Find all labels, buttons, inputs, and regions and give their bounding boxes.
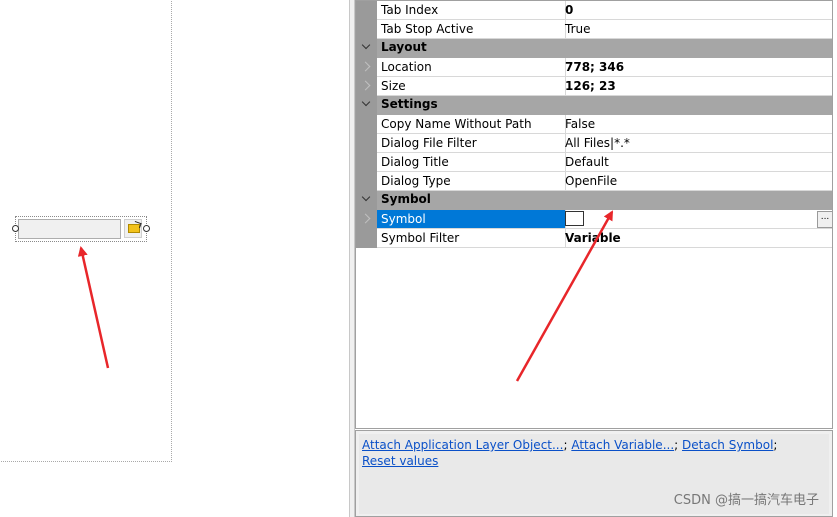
property-row-copy-name-without-path[interactable]: Copy Name Without Path False [356,115,832,134]
property-row-symbol-filter[interactable]: Symbol Filter Variable [356,229,832,248]
property-name[interactable]: Dialog Title [377,153,566,172]
attach-variable-link[interactable]: Attach Variable... [571,438,674,452]
symbol-swatch [565,211,584,226]
category-band [377,39,832,58]
property-value[interactable]: True [562,20,832,39]
category-layout[interactable]: Layout [356,39,832,58]
detach-symbol-link[interactable]: Detach Symbol [682,438,773,452]
collapse-chevron-icon[interactable] [362,99,371,108]
property-value[interactable]: False [562,115,832,134]
property-name[interactable]: Symbol [377,210,566,229]
row-gutter [356,153,377,172]
property-name[interactable]: Location [377,58,566,77]
command-links: Attach Application Layer Object...; Atta… [362,437,802,469]
category-title: Settings [381,97,438,111]
row-gutter [356,134,377,153]
watermark: CSDN @搞一搞汽车电子 [673,493,819,508]
commands-area: Attach Application Layer Object...; Atta… [359,434,829,514]
resize-handle-right[interactable] [143,225,150,232]
ellipsis-button[interactable]: ... [817,211,832,228]
property-grid[interactable]: Tab Index 0 Tab Stop Active True Layout Locat… [355,0,833,429]
property-name[interactable]: Symbol Filter [377,229,566,248]
category-title: Layout [381,40,427,54]
property-row-size[interactable]: Size 126; 23 [356,77,832,96]
property-name[interactable]: Tab Stop Active [377,20,566,39]
file-path-textbox[interactable] [18,219,121,239]
property-name[interactable]: Tab Index [377,1,566,20]
designer-canvas[interactable] [0,0,349,517]
category-band [377,191,832,210]
category-band [377,96,832,115]
browse-button[interactable] [124,219,142,238]
property-name[interactable]: Size [377,77,566,96]
property-name[interactable]: Copy Name Without Path [377,115,566,134]
collapse-chevron-icon[interactable] [362,42,371,51]
property-row-dialog-title[interactable]: Dialog Title Default [356,153,832,172]
row-gutter [356,115,377,134]
collapse-chevron-icon[interactable] [362,194,371,203]
link-separator: ; [563,438,568,452]
property-row-tab-stop-active[interactable]: Tab Stop Active True [356,20,832,39]
link-separator: ; [674,438,679,452]
folder-open-icon [128,224,140,233]
property-row-dialog-file-filter[interactable]: Dialog File Filter All Files|*.* [356,134,832,153]
category-title: Symbol [381,192,431,206]
commands-pane: Attach Application Layer Object...; Atta… [355,430,833,517]
property-value[interactable]: Variable [562,229,832,248]
category-settings[interactable]: Settings [356,96,832,115]
property-value[interactable]: OpenFile [562,172,832,191]
property-value[interactable]: Default [562,153,832,172]
property-value[interactable]: 778; 346 [562,58,832,77]
property-row-symbol[interactable]: Symbol... [356,210,832,229]
row-gutter [356,20,377,39]
property-value[interactable]: 0 [562,1,832,20]
row-gutter [356,172,377,191]
resize-handle-left[interactable] [12,225,19,232]
property-name[interactable]: Dialog File Filter [377,134,566,153]
property-row-tab-index[interactable]: Tab Index 0 [356,1,832,20]
reset-values-link[interactable]: Reset values [362,454,438,468]
property-row-dialog-type[interactable]: Dialog Type OpenFile [356,172,832,191]
attach-app-layer-object-link[interactable]: Attach Application Layer Object... [362,438,563,452]
file-dialog-control[interactable] [12,216,150,242]
property-value[interactable]: All Files|*.* [562,134,832,153]
property-value[interactable]: 126; 23 [562,77,832,96]
link-separator: ; [773,438,778,452]
row-gutter [356,229,377,248]
property-value[interactable]: ... [562,210,832,229]
property-row-location[interactable]: Location 778; 346 [356,58,832,77]
property-name[interactable]: Dialog Type [377,172,566,191]
row-gutter [356,1,377,20]
category-symbol[interactable]: Symbol [356,191,832,210]
